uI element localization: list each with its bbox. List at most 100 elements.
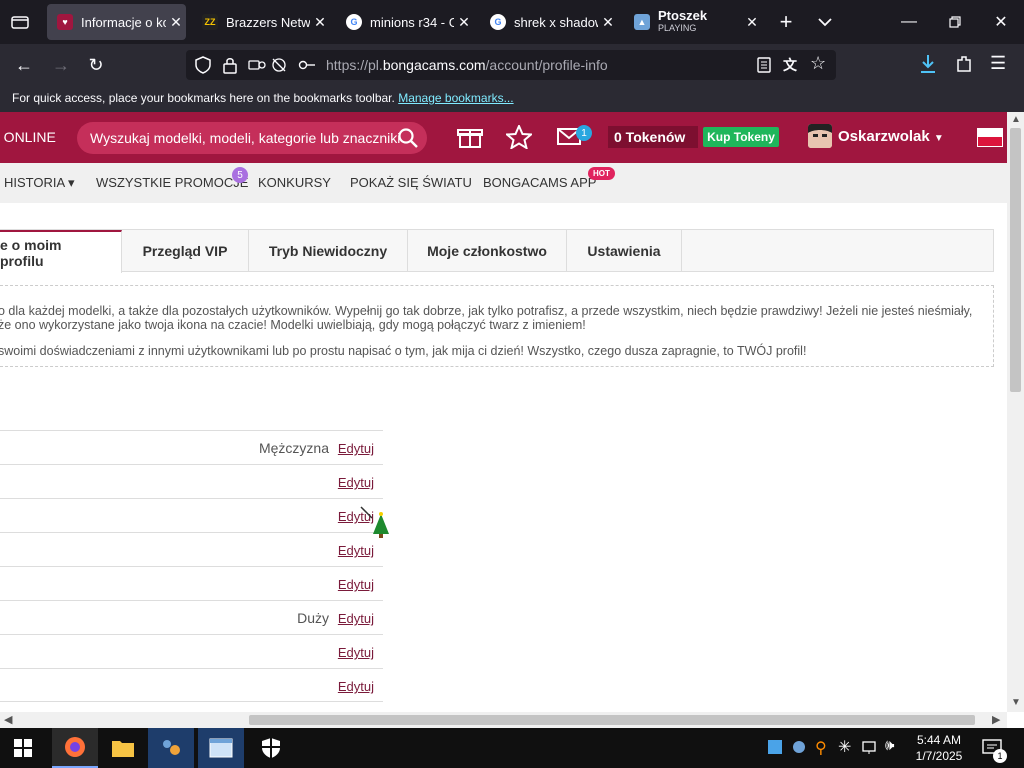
bongacams-favicon-icon: ♥ xyxy=(57,14,73,30)
url-text[interactable]: https://pl.bongacams.com/account/profile… xyxy=(326,57,608,73)
buy-tokens-button[interactable]: Kup Tokeny xyxy=(703,127,779,147)
key-icon[interactable] xyxy=(298,57,316,78)
url-bar[interactable]: https://pl.bongacams.com/account/profile… xyxy=(186,50,836,80)
profile-tabs: e o moim profilu Przegląd VIP Tryb Niewi… xyxy=(0,229,994,273)
bookmark-star-icon[interactable]: ☆ xyxy=(810,53,826,74)
tab-vip[interactable]: Przegląd VIP xyxy=(122,230,249,272)
hamburger-menu-icon[interactable]: ☰ xyxy=(990,53,1006,74)
tracking-blocked-icon[interactable] xyxy=(270,57,288,78)
scroll-down-icon[interactable]: ▼ xyxy=(1011,697,1021,708)
reload-icon[interactable]: ↻ xyxy=(81,50,111,80)
tab-membership[interactable]: Moje członkostwo xyxy=(408,230,567,272)
browser-tab-bar: ♥ Informacje o ko ✕ ZZ Brazzers Networ ✕… xyxy=(0,0,1024,44)
username: Oskarzwolak xyxy=(838,128,930,145)
info-line-2: że ono wykorzystane jako twoja ikona na … xyxy=(0,318,586,332)
close-tab-icon[interactable]: ✕ xyxy=(454,14,474,31)
chevron-down-icon[interactable] xyxy=(806,0,844,44)
avatar[interactable] xyxy=(808,124,832,148)
lock-icon[interactable] xyxy=(222,56,238,79)
scroll-right-icon[interactable]: ▶ xyxy=(992,713,1000,726)
close-tab-icon[interactable]: ✕ xyxy=(310,14,330,31)
edit-link[interactable]: Edytuj xyxy=(338,645,374,660)
bookmarks-toolbar: For quick access, place your bookmarks h… xyxy=(0,86,1024,112)
translate-icon[interactable]: 文 xyxy=(783,55,797,75)
tab-settings[interactable]: Ustawienia xyxy=(567,230,682,272)
search-input[interactable]: Wyszukaj modelki, modeli, kategorie lub … xyxy=(77,122,427,154)
window-app-icon[interactable] xyxy=(198,728,244,768)
browser-tab-1[interactable]: ZZ Brazzers Networ ✕ xyxy=(192,4,330,40)
permissions-icon[interactable] xyxy=(248,57,266,78)
table-row: Edytuj xyxy=(0,498,383,532)
table-row: Mężczyzna Edytuj xyxy=(0,430,383,464)
app-taskbar-icon[interactable] xyxy=(148,728,194,768)
edit-link[interactable]: Edytuj xyxy=(338,441,374,456)
network-icon[interactable] xyxy=(862,739,878,760)
shield-icon[interactable] xyxy=(194,56,212,79)
minimize-icon[interactable]: — xyxy=(886,0,932,44)
vertical-scroll-thumb[interactable] xyxy=(1010,128,1021,392)
url-path: /account/profile-info xyxy=(485,57,608,73)
subnav-historia[interactable]: HISTORIA ▾ xyxy=(4,175,75,191)
subnav-pokaz-sie[interactable]: POKAŻ SIĘ ŚWIATU xyxy=(350,175,472,190)
edit-link[interactable]: Edytuj xyxy=(338,577,374,592)
tab-playing-label: PLAYING xyxy=(658,23,697,33)
search-icon[interactable] xyxy=(397,127,419,149)
tab-profile-info[interactable]: e o moim profilu xyxy=(0,230,122,273)
extensions-icon[interactable] xyxy=(955,54,973,79)
scroll-up-icon[interactable]: ▲ xyxy=(1011,114,1021,125)
browser-tab-4[interactable]: ▲ Ptoszek PLAYING ✕ xyxy=(624,4,762,40)
edit-link[interactable]: Edytuj xyxy=(338,475,374,490)
file-explorer-icon[interactable] xyxy=(100,728,146,768)
info-line-3: swoimi doświadczeniami z innymi użytkown… xyxy=(0,344,807,358)
subnav-promocje[interactable]: WSZYSTKIE PROMOCJE xyxy=(96,175,248,190)
tab-list-icon[interactable] xyxy=(0,0,40,44)
table-row: Edytuj xyxy=(0,668,383,702)
gift-icon[interactable] xyxy=(457,125,483,151)
manage-bookmarks-link[interactable]: Manage bookmarks... xyxy=(398,91,513,105)
horizontal-scroll-thumb[interactable] xyxy=(249,715,975,725)
subnav-app[interactable]: BONGACAMS APP xyxy=(483,175,596,190)
close-tab-icon[interactable]: ✕ xyxy=(598,14,618,31)
back-arrow-icon[interactable]: ← xyxy=(9,50,39,80)
close-tab-icon[interactable]: ✕ xyxy=(166,14,186,31)
tab-title: Brazzers Networ xyxy=(226,14,310,30)
tokens-balance[interactable]: 0 Tokenów xyxy=(608,126,698,148)
table-row: Duży Edytuj xyxy=(0,600,383,634)
browser-tab-0[interactable]: ♥ Informacje o ko ✕ xyxy=(47,4,186,40)
messages-badge: 1 xyxy=(576,125,592,141)
browser-tab-2[interactable]: G minions r34 - Go ✕ xyxy=(336,4,474,40)
windows-start-icon[interactable] xyxy=(0,728,46,768)
tab-title: minions r34 - Go xyxy=(370,14,454,30)
scroll-left-icon[interactable]: ◀ xyxy=(4,713,12,726)
restore-icon[interactable] xyxy=(932,0,978,44)
new-tab-icon[interactable]: + xyxy=(764,0,808,44)
close-tab-icon[interactable]: ✕ xyxy=(742,14,762,31)
subnav-konkursy[interactable]: KONKURSY xyxy=(258,175,331,190)
horizontal-scrollbar[interactable]: ◀ ▶ xyxy=(0,712,1007,728)
reader-view-icon[interactable] xyxy=(756,56,772,79)
downloads-icon[interactable] xyxy=(918,53,938,80)
brazzers-favicon-icon: ZZ xyxy=(202,14,218,30)
favorites-star-icon[interactable] xyxy=(504,123,534,151)
tray-search-icon[interactable]: ⚲ xyxy=(815,738,827,758)
tray-network-app-icon[interactable] xyxy=(791,739,807,760)
edit-link[interactable]: Edytuj xyxy=(338,611,374,626)
close-window-icon[interactable]: ✕ xyxy=(978,0,1024,44)
edit-link[interactable]: Edytuj xyxy=(338,543,374,558)
bookmarks-message: For quick access, place your bookmarks h… xyxy=(12,91,395,105)
tab-invisible[interactable]: Tryb Niewidoczny xyxy=(249,230,408,272)
browser-tab-3[interactable]: G shrek x shadow ✕ xyxy=(480,4,618,40)
tray-bluetooth-icon[interactable]: ✳ xyxy=(838,737,851,757)
tray-app-icon[interactable] xyxy=(768,740,782,759)
system-clock[interactable]: 5:44 AM 1/7/2025 xyxy=(912,732,966,764)
windows-security-icon[interactable] xyxy=(248,728,294,768)
edit-link[interactable]: Edytuj xyxy=(338,679,374,694)
hot-badge: HOT xyxy=(588,167,615,180)
username-menu[interactable]: Oskarzwolak ▼ xyxy=(838,128,944,145)
forward-arrow-icon[interactable]: → xyxy=(46,50,76,80)
poland-flag-icon[interactable] xyxy=(977,128,1003,147)
vertical-scrollbar[interactable]: ▲ ▼ xyxy=(1007,112,1024,712)
firefox-taskbar-icon[interactable] xyxy=(52,728,98,768)
volume-icon[interactable]: 🕪 xyxy=(885,737,894,754)
tab-title: Ptoszek xyxy=(658,9,708,23)
